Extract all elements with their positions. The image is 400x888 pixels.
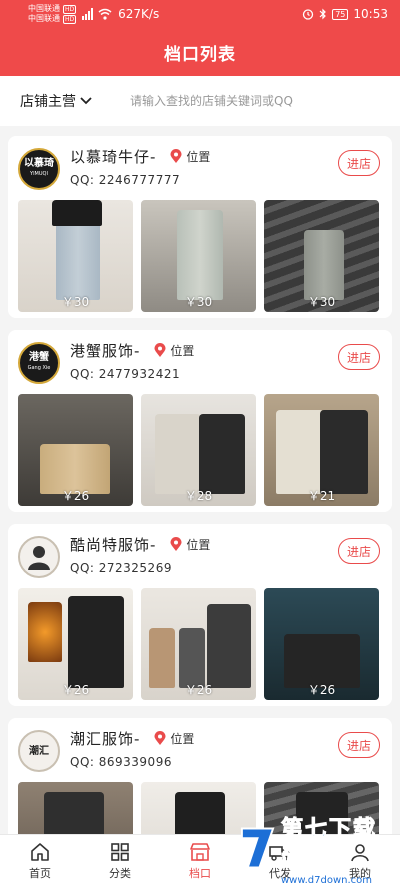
location-label: 位置: [186, 150, 211, 164]
shop-name: 港蟹服饰-: [70, 342, 141, 360]
shop-card[interactable]: 以慕琦 YIMUQI 以慕琦牛仔- 位置 QQ: 2246777777 进店 ￥3…: [8, 136, 392, 318]
location-pin-icon: [170, 149, 182, 163]
wifi-icon: [98, 8, 112, 20]
product-thumbnail[interactable]: ￥26: [18, 394, 133, 506]
enter-shop-button[interactable]: 进店: [338, 732, 380, 758]
network-speed: 627K/s: [118, 7, 160, 21]
product-price: ￥26: [184, 683, 213, 697]
carrier-2-label: 中国联通: [28, 14, 60, 23]
store-icon: [190, 843, 210, 861]
nav-label: 首页: [29, 867, 51, 880]
shop-avatar: 潮汇: [18, 730, 60, 772]
location-link[interactable]: 位置: [170, 536, 210, 553]
page-title: 档口列表: [164, 44, 236, 65]
location-link[interactable]: 位置: [170, 148, 210, 165]
enter-shop-button[interactable]: 进店: [338, 344, 380, 370]
enter-shop-button[interactable]: 进店: [338, 538, 380, 564]
product-price: ￥26: [61, 683, 90, 697]
location-link[interactable]: 位置: [154, 342, 194, 359]
carrier-info: 中国联通 HD 中国联通 HD: [28, 4, 77, 24]
product-thumbnail[interactable]: ￥28: [141, 394, 256, 506]
product-thumbnail[interactable]: ￥26: [141, 588, 256, 700]
location-pin-icon: [154, 731, 166, 745]
product-thumbnail[interactable]: [18, 782, 133, 834]
watermark-title: 第七下载站: [281, 816, 378, 874]
chevron-down-icon: [80, 97, 92, 105]
shop-qq: QQ: 2246777777: [70, 173, 181, 187]
shop-avatar: [18, 536, 60, 578]
shop-avatar: 港蟹 Gang Xie: [18, 342, 60, 384]
product-thumbnail[interactable]: ￥30: [141, 200, 256, 312]
bluetooth-icon: [319, 8, 327, 20]
search-bar: 店铺主营: [0, 76, 400, 126]
battery-icon: 75: [332, 8, 349, 20]
status-bar: 中国联通 HD 中国联通 HD 627K/s 75 10:53: [0, 0, 400, 28]
location-link[interactable]: 位置: [154, 730, 194, 747]
shop-card[interactable]: 酷尚特服饰- 位置 QQ: 272325269 进店 ￥26 ￥26 ￥26: [8, 524, 392, 706]
product-price: ￥30: [307, 295, 336, 309]
person-avatar-icon: [28, 546, 50, 570]
nav-item-category[interactable]: 分类: [80, 835, 160, 888]
product-price: ￥28: [184, 489, 213, 503]
shop-qq: QQ: 869339096: [70, 755, 172, 769]
location-label: 位置: [170, 344, 195, 358]
carrier-1-label: 中国联通: [28, 4, 60, 13]
watermark-url: www.d7down.com: [281, 874, 373, 886]
product-thumbnail[interactable]: ￥30: [18, 200, 133, 312]
shop-name: 以慕琦牛仔-: [70, 148, 157, 166]
home-icon: [31, 843, 49, 861]
nav-label: 档口: [189, 867, 211, 880]
product-thumbnail[interactable]: ￥30: [264, 200, 379, 312]
nav-label: 分类: [109, 867, 131, 880]
product-thumbnail[interactable]: ￥21: [264, 394, 379, 506]
clock: 10:53: [353, 7, 388, 21]
enter-shop-button[interactable]: 进店: [338, 150, 380, 176]
site-watermark: 第七下载站 www.d7down.com: [238, 812, 398, 886]
hd-badge: HD: [63, 14, 77, 24]
watermark-logo-icon: [240, 827, 275, 869]
product-price: ￥26: [61, 489, 90, 503]
grid-icon: [111, 843, 129, 861]
location-pin-icon: [154, 343, 166, 357]
alarm-icon: [303, 9, 314, 20]
product-thumbnail[interactable]: ￥26: [264, 588, 379, 700]
product-price: ￥26: [307, 683, 336, 697]
signal-icon: [82, 8, 94, 20]
location-label: 位置: [186, 538, 211, 552]
product-price: ￥21: [307, 489, 336, 503]
shop-card[interactable]: 港蟹 Gang Xie 港蟹服饰- 位置 QQ: 2477932421 进店 ￥2…: [8, 330, 392, 512]
shop-qq: QQ: 2477932421: [70, 367, 181, 381]
category-filter-label: 店铺主营: [20, 94, 76, 110]
product-thumbnail[interactable]: ￥26: [18, 588, 133, 700]
shop-name: 潮汇服饰-: [70, 730, 141, 748]
nav-item-home[interactable]: 首页: [0, 835, 80, 888]
shop-qq: QQ: 272325269: [70, 561, 172, 575]
search-input[interactable]: [130, 94, 330, 108]
category-filter-dropdown[interactable]: 店铺主营: [20, 91, 92, 111]
hd-badge: HD: [63, 4, 77, 14]
shop-name: 酷尚特服饰-: [70, 536, 157, 554]
product-price: ￥30: [61, 295, 90, 309]
app-header: 档口列表: [0, 28, 400, 76]
product-price: ￥30: [184, 295, 213, 309]
nav-item-stalls[interactable]: 档口: [160, 835, 240, 888]
shop-avatar: 以慕琦 YIMUQI: [18, 148, 60, 190]
location-label: 位置: [170, 732, 195, 746]
shop-list: 以慕琦 YIMUQI 以慕琦牛仔- 位置 QQ: 2246777777 进店 ￥3…: [0, 126, 400, 834]
location-pin-icon: [170, 537, 182, 551]
